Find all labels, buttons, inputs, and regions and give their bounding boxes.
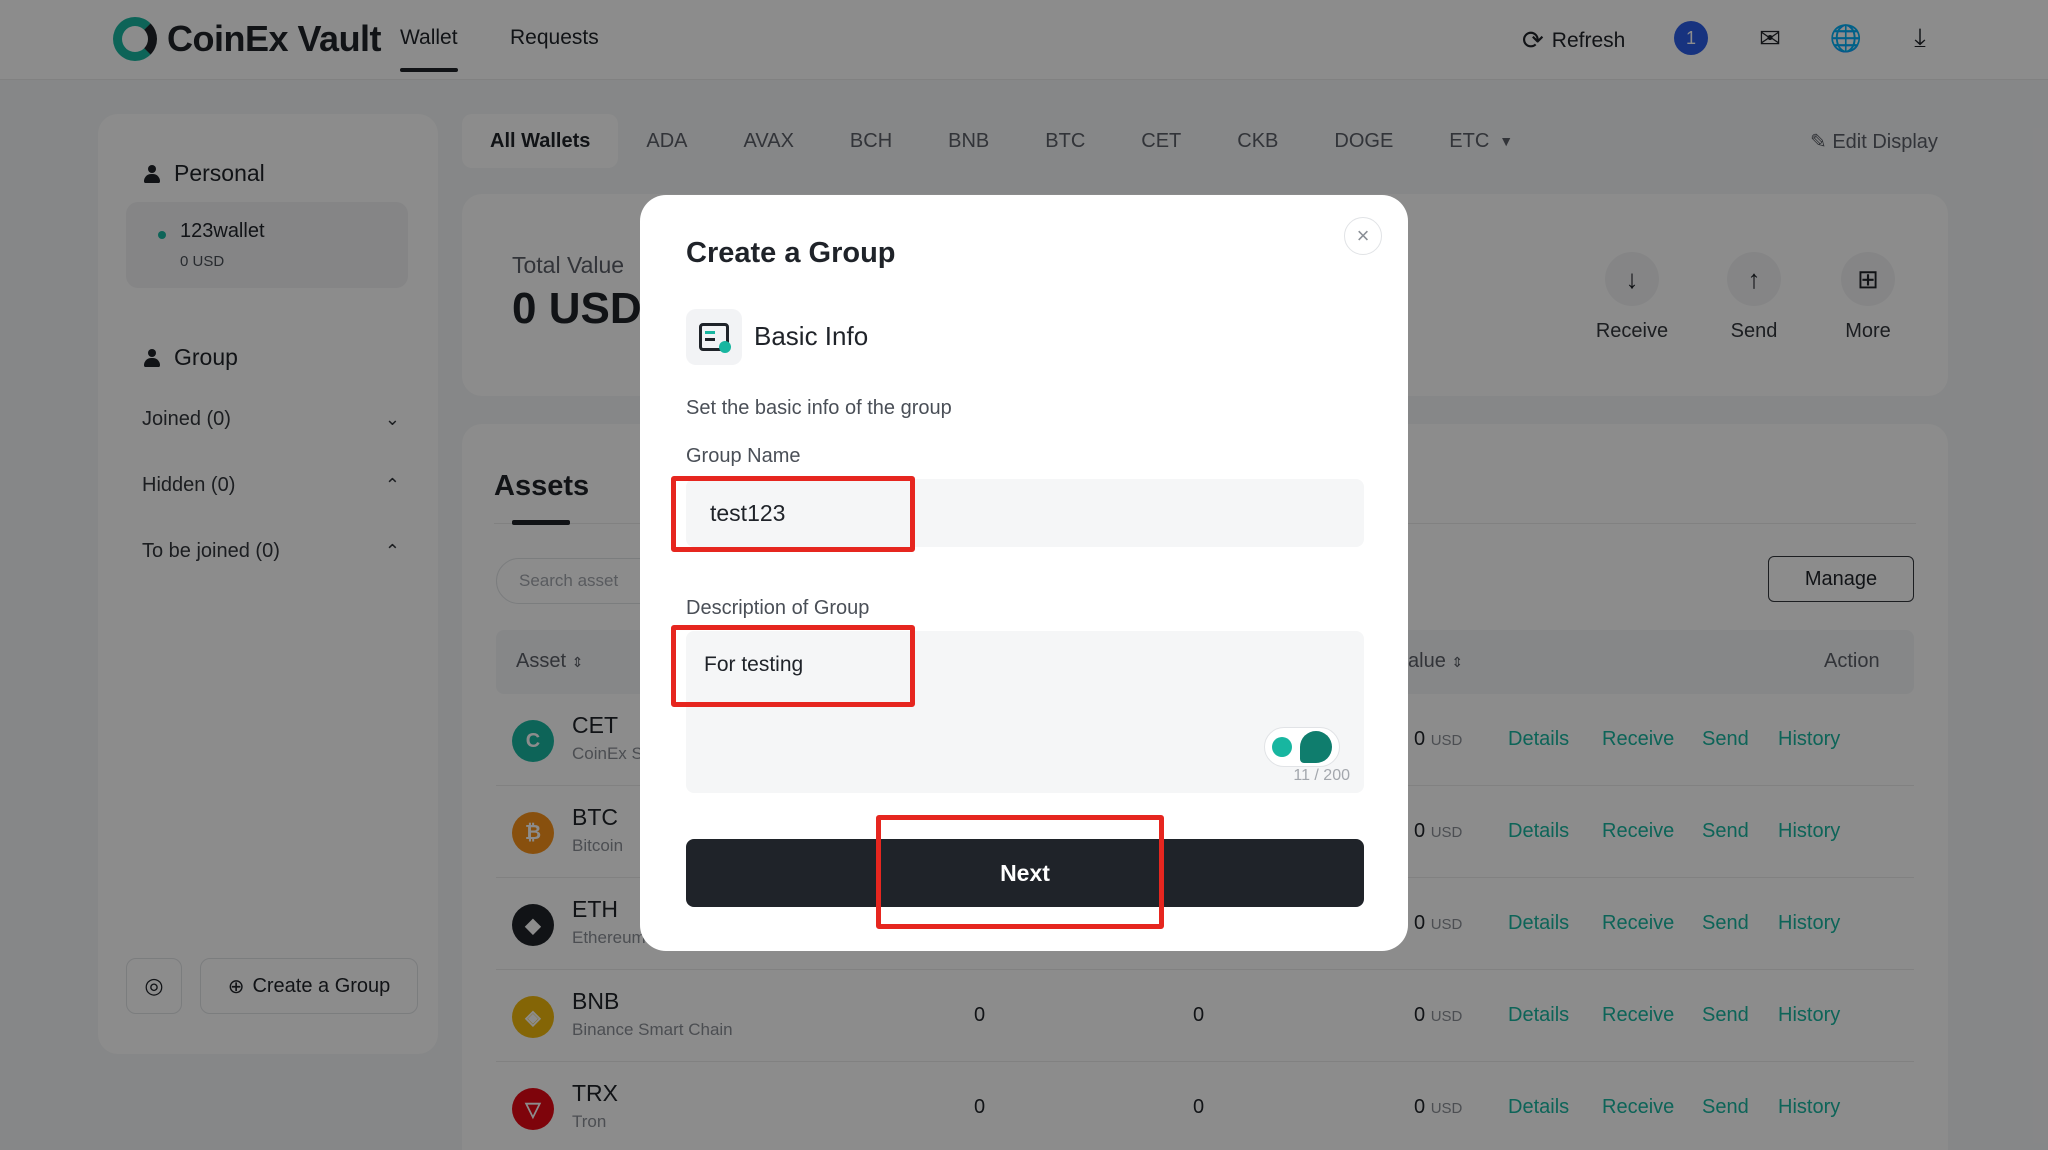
close-icon[interactable]: ×	[1344, 217, 1382, 255]
section-description: Set the basic info of the group	[686, 397, 952, 419]
bulb-icon	[1272, 737, 1292, 757]
section-title: Basic Info	[754, 321, 869, 351]
group-name-label: Group Name	[686, 445, 801, 467]
modal-title: Create a Group	[686, 237, 896, 269]
highlight-description	[671, 625, 915, 707]
highlight-next-button	[876, 815, 1164, 929]
highlight-group-name	[671, 476, 915, 552]
description-label: Description of Group	[686, 597, 870, 619]
basic-info-icon	[686, 309, 742, 365]
grammar-assistant-icon[interactable]	[1264, 727, 1340, 767]
assistant-bubble-icon	[1300, 731, 1332, 763]
character-counter: 11 / 200	[1293, 767, 1350, 784]
